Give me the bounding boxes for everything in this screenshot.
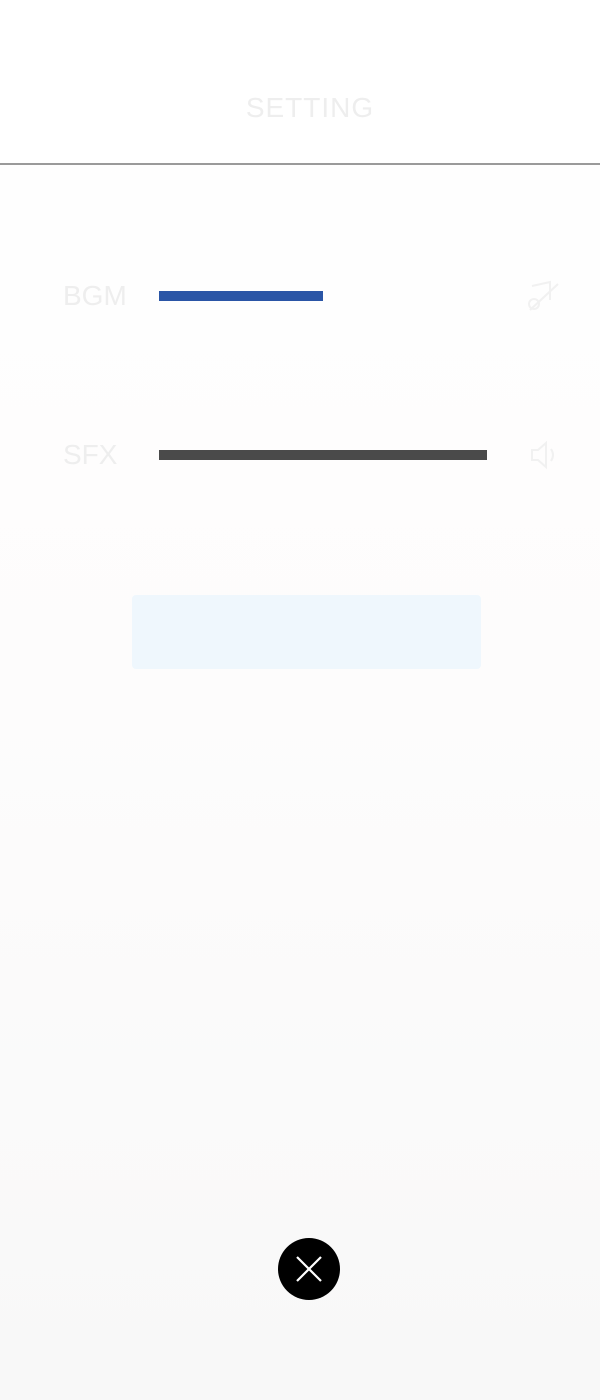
- bgm-slider[interactable]: [159, 291, 487, 301]
- sfx-slider[interactable]: [159, 450, 487, 460]
- bgm-row: BGM: [0, 266, 600, 326]
- sfx-row: SFX: [0, 425, 600, 485]
- page-title: SETTING: [245, 92, 375, 123]
- bgm-label: BGM: [63, 280, 127, 311]
- close-button[interactable]: [278, 1238, 340, 1300]
- music-note-off-icon[interactable]: [524, 278, 562, 314]
- sfx-label: SFX: [63, 439, 118, 470]
- bgm-slider-fill: [159, 291, 323, 301]
- header: SETTING: [0, 0, 600, 165]
- settings-screen: SETTING BGM SFX: [0, 0, 600, 1400]
- speaker-icon[interactable]: [524, 437, 562, 473]
- sfx-slider-fill: [159, 450, 487, 460]
- action-box[interactable]: [132, 595, 481, 669]
